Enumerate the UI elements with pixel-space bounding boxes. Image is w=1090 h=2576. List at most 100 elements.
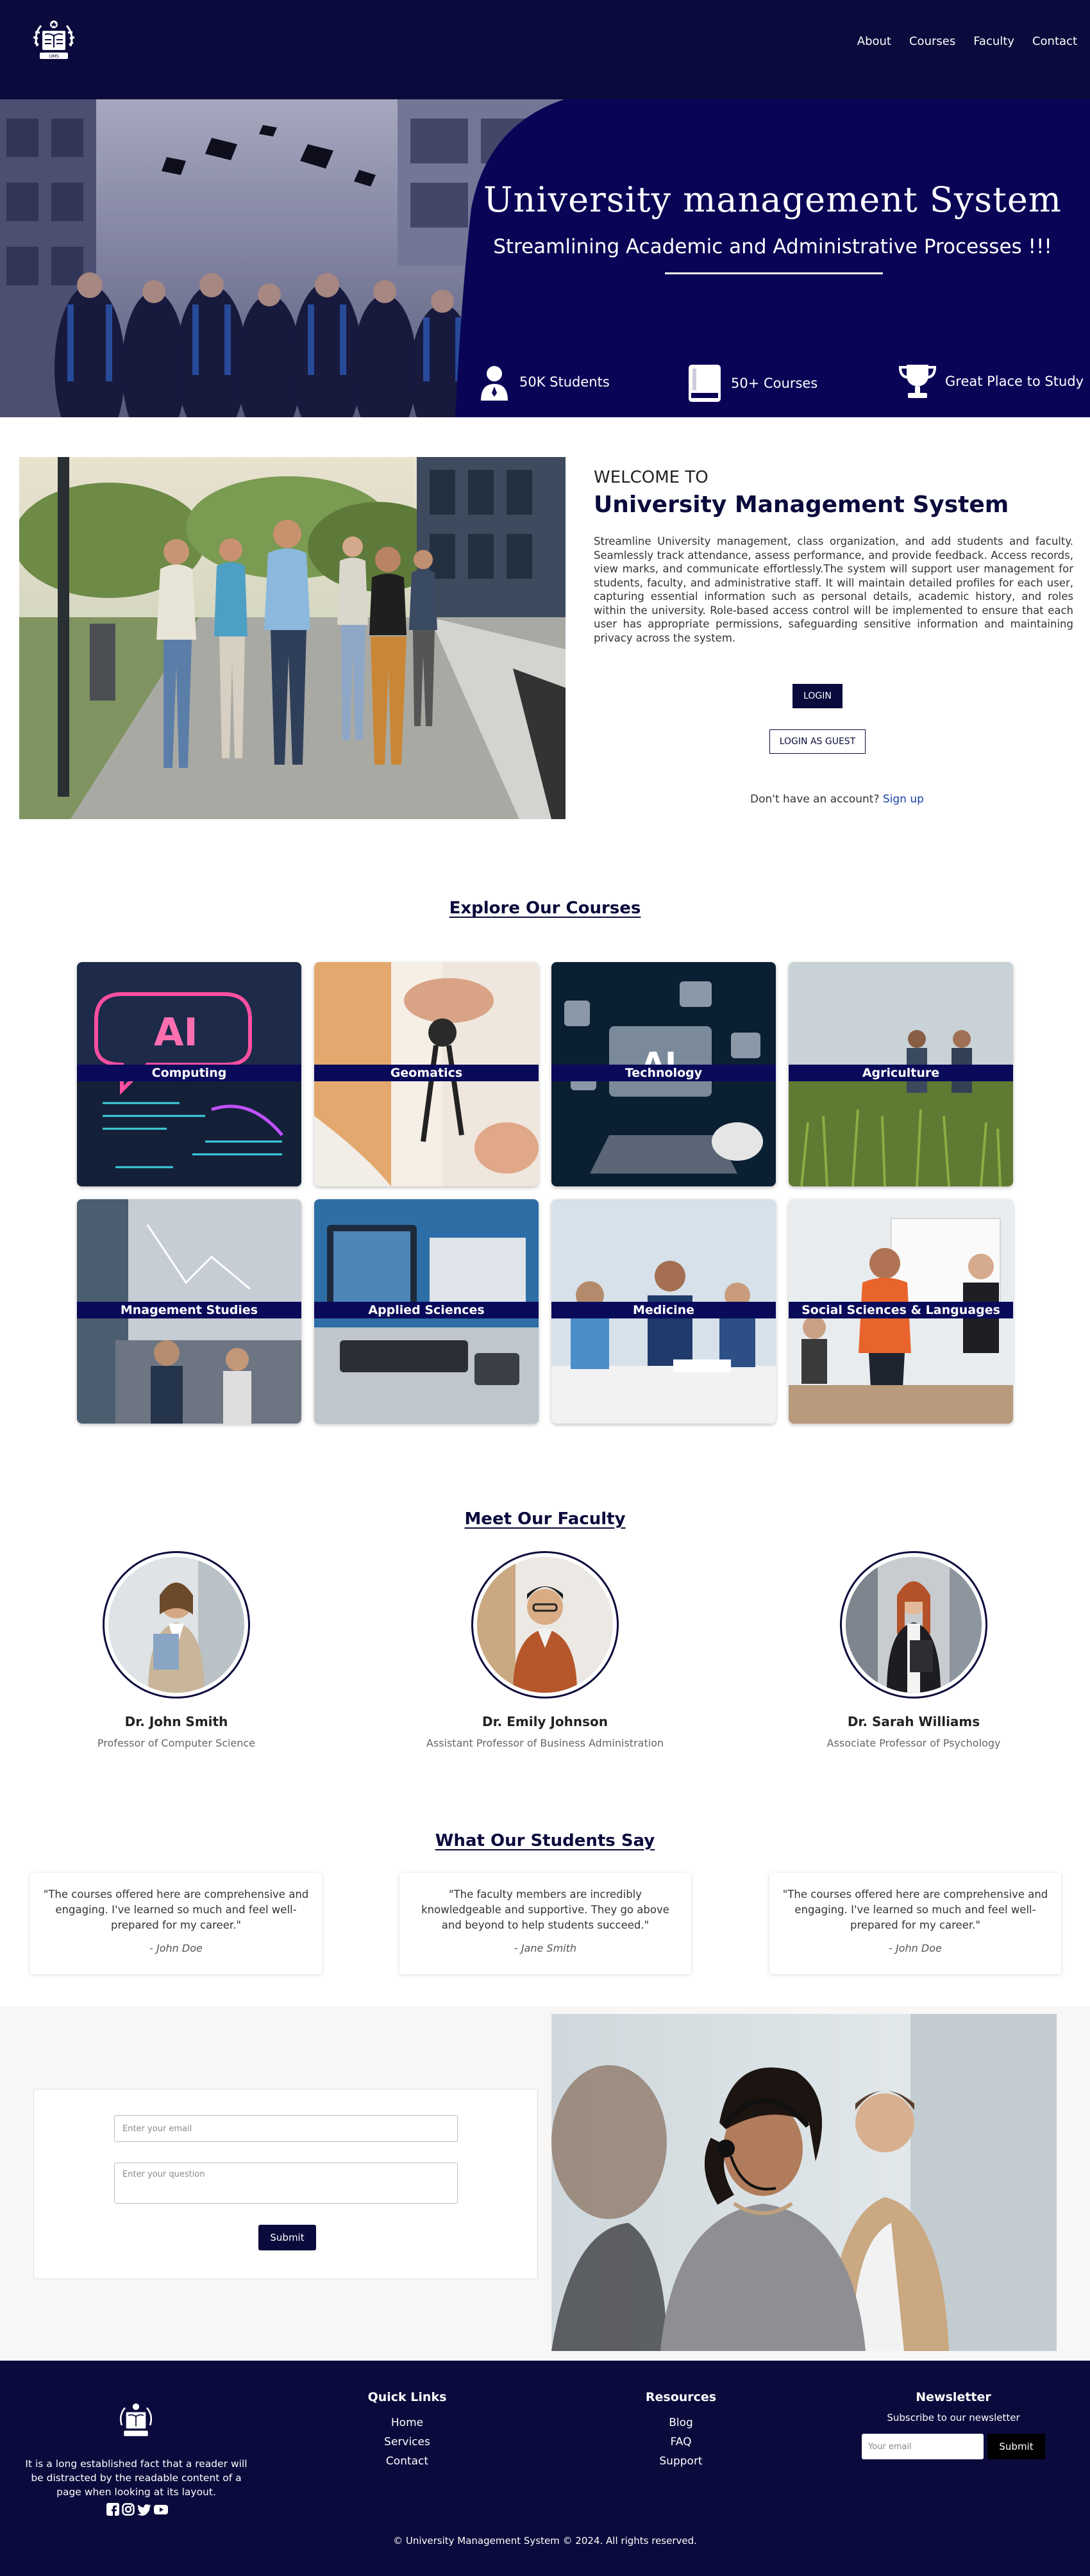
testimonial-card: "The courses offered here are comprehens… bbox=[30, 1873, 322, 1974]
nav-courses[interactable]: Courses bbox=[909, 35, 955, 48]
hero-subtitle: Streamlining Academic and Administrative… bbox=[493, 235, 1052, 258]
courses-heading: Explore Our Courses bbox=[449, 899, 641, 918]
stat-place: Great Place to Study bbox=[898, 363, 1084, 399]
quick-links: Quick Links Home Services Contact bbox=[359, 2390, 455, 2471]
footer-link-blog[interactable]: Blog bbox=[633, 2413, 729, 2432]
course-card-applied-sciences[interactable]: Applied Sciences bbox=[314, 1199, 539, 1424]
students-walking-photo bbox=[19, 457, 566, 819]
faculty-card: Dr. Emily Johnson Assistant Professor of… bbox=[385, 1551, 705, 1749]
instagram-icon[interactable] bbox=[122, 2503, 135, 2516]
course-card-geomatics[interactable]: Geomatics bbox=[314, 962, 539, 1186]
trophy-icon bbox=[898, 365, 937, 398]
footer-link-support[interactable]: Support bbox=[633, 2452, 729, 2471]
copyright: © University Management System © 2024. A… bbox=[393, 2535, 697, 2547]
faculty-role: Assistant Professor of Business Administ… bbox=[426, 1737, 664, 1749]
stat-courses-label: 50+ Courses bbox=[731, 376, 818, 391]
facebook-icon[interactable] bbox=[106, 2503, 119, 2516]
newsletter: Newsletter Subscribe to our newsletter Y… bbox=[859, 2390, 1048, 2459]
twitter-icon[interactable] bbox=[137, 2503, 151, 2516]
testimonial-card: "The faculty members are incredibly know… bbox=[399, 1873, 691, 1974]
course-card-agriculture[interactable]: Agriculture bbox=[789, 962, 1013, 1186]
testimonial-card: "The courses offered here are comprehens… bbox=[769, 1873, 1061, 1974]
faculty-name: Dr. Emily Johnson bbox=[482, 1714, 608, 1729]
stat-place-label: Great Place to Study bbox=[945, 374, 1084, 389]
newsletter-placeholder: Your email bbox=[868, 2441, 912, 2452]
course-label: Computing bbox=[77, 1065, 301, 1081]
testimonial-quote: "The courses offered here are comprehens… bbox=[43, 1888, 309, 1931]
login-button[interactable]: LOGIN bbox=[792, 684, 843, 708]
welcome-kicker: WELCOME TO bbox=[594, 468, 709, 487]
faculty-heading: Meet Our Faculty bbox=[464, 1509, 626, 1529]
student-icon bbox=[481, 366, 508, 401]
faculty-avatar-frame bbox=[840, 1551, 987, 1699]
footer-link-faq[interactable]: FAQ bbox=[633, 2432, 729, 2452]
faculty-avatar-frame bbox=[471, 1551, 619, 1699]
book-icon bbox=[689, 365, 721, 402]
course-card-computing[interactable]: AI Computing bbox=[77, 962, 301, 1186]
signup-link-label: Sign up bbox=[882, 793, 924, 806]
faculty-card: Dr. Sarah Williams Associate Professor o… bbox=[753, 1551, 1074, 1749]
hero-section: University management System Streamlinin… bbox=[0, 99, 1090, 417]
course-card-management[interactable]: Mnagement Studies bbox=[77, 1199, 301, 1424]
testimonial-quote: "The faculty members are incredibly know… bbox=[421, 1888, 669, 1931]
footer-link-contact[interactable]: Contact bbox=[359, 2452, 455, 2471]
question-placeholder: Enter your question bbox=[122, 2170, 205, 2179]
course-label: Agriculture bbox=[789, 1065, 1013, 1081]
faculty-name: Dr. John Smith bbox=[124, 1714, 228, 1729]
question-form: Enter your email Enter your question Sub… bbox=[33, 2089, 538, 2279]
nav-contact[interactable]: Contact bbox=[1032, 35, 1077, 48]
course-card-technology[interactable]: AI Technology bbox=[551, 962, 776, 1186]
login-as-guest-button[interactable]: LOGIN AS GUEST bbox=[769, 729, 866, 754]
course-label: Technology bbox=[551, 1065, 776, 1081]
testimonial-author: - Jane Smith bbox=[514, 1942, 577, 1954]
social-links bbox=[106, 2503, 168, 2516]
hero-title: University management System bbox=[483, 179, 1062, 220]
signup-prompt: Don't have an account? Sign up bbox=[750, 793, 924, 806]
site-footer: It is a long established fact that a rea… bbox=[0, 2361, 1090, 2576]
faculty-role: Associate Professor of Psychology bbox=[826, 1737, 1001, 1749]
course-card-social-sciences[interactable]: Social Sciences & Languages bbox=[789, 1199, 1013, 1424]
email-field[interactable]: Enter your email bbox=[114, 2115, 458, 2142]
svg-text:AI: AI bbox=[154, 1010, 198, 1055]
nav-faculty[interactable]: Faculty bbox=[973, 35, 1014, 48]
stat-courses: 50+ Courses bbox=[686, 363, 818, 403]
signup-prompt-text: Don't have an account? bbox=[750, 793, 880, 806]
welcome-description: Streamline University management, class … bbox=[594, 535, 1073, 644]
email-placeholder: Enter your email bbox=[122, 2123, 192, 2134]
support-agent-photo bbox=[551, 2014, 1057, 2351]
faculty-avatar bbox=[846, 1557, 982, 1693]
footer-logo-icon[interactable] bbox=[114, 2399, 158, 2443]
question-field[interactable]: Enter your question bbox=[114, 2163, 458, 2204]
footer-link-services[interactable]: Services bbox=[359, 2432, 455, 2452]
svg-text:UMS: UMS bbox=[49, 54, 59, 59]
youtube-icon[interactable] bbox=[154, 2503, 168, 2516]
course-card-medicine[interactable]: Medicine bbox=[551, 1199, 776, 1424]
newsletter-submit-button[interactable]: Submit bbox=[987, 2434, 1045, 2459]
testimonials-heading: What Our Students Say bbox=[435, 1831, 655, 1850]
page: { "header": { "logo_icon": "university-c… bbox=[0, 0, 1090, 2576]
resources-title: Resources bbox=[645, 2390, 717, 2404]
newsletter-subtitle: Subscribe to our newsletter bbox=[887, 2412, 1020, 2423]
hero-divider bbox=[665, 272, 883, 274]
footer-link-home[interactable]: Home bbox=[359, 2413, 455, 2432]
newsletter-email-input[interactable]: Your email bbox=[862, 2434, 984, 2459]
faculty-avatar bbox=[477, 1557, 613, 1693]
testimonial-author: - John Doe bbox=[889, 1942, 942, 1954]
course-label: Medicine bbox=[551, 1302, 776, 1318]
main-nav: About Courses Faculty Contact bbox=[857, 35, 1077, 48]
faculty-avatar-frame bbox=[103, 1551, 250, 1699]
course-label: Social Sciences & Languages bbox=[789, 1302, 1013, 1318]
nav-about[interactable]: About bbox=[857, 35, 891, 48]
testimonial-quote: "The courses offered here are comprehens… bbox=[782, 1888, 1048, 1931]
university-crest-icon[interactable]: UMS bbox=[28, 15, 80, 67]
faculty-avatar bbox=[108, 1557, 244, 1693]
course-label: Geomatics bbox=[314, 1065, 539, 1081]
submit-button[interactable]: Submit bbox=[258, 2225, 316, 2250]
newsletter-title: Newsletter bbox=[916, 2390, 991, 2404]
welcome-title: University Management System bbox=[594, 492, 1009, 518]
signup-link[interactable]: Sign up bbox=[883, 793, 924, 806]
stat-students: 50K Students bbox=[477, 363, 610, 401]
top-header: UMS About Courses Faculty Contact bbox=[0, 0, 1090, 99]
newsletter-form: Your email Submit bbox=[859, 2434, 1048, 2459]
footer-about: It is a long established fact that a rea… bbox=[25, 2458, 247, 2498]
